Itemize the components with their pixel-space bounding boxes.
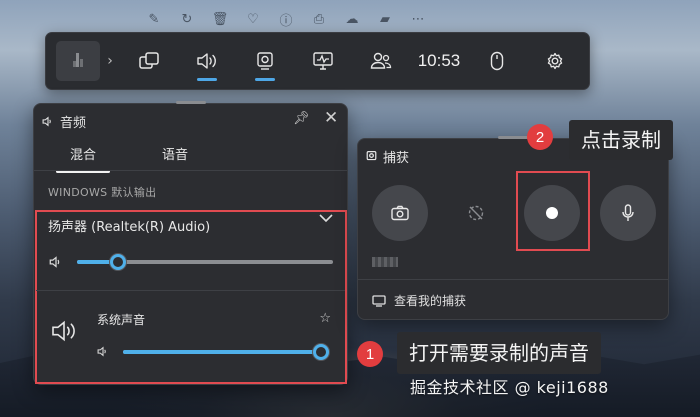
volume-icon [49, 256, 60, 268]
step-1-badge: 1 [357, 341, 383, 367]
capture-icon [257, 52, 273, 70]
step-2-callout: 点击录制 [569, 120, 673, 160]
output-device-name[interactable]: 扬声器 (Realtek(R) Audio) [48, 216, 210, 235]
app-volume-row [97, 343, 329, 360]
device-volume-thumb[interactable] [109, 254, 126, 270]
volume-icon [97, 346, 106, 357]
favorite-icon[interactable]: ♡ [244, 10, 262, 28]
game-bar-logo-icon [73, 53, 83, 67]
app-name-system-sounds: 系统声音 [97, 313, 146, 327]
tab-divider [34, 170, 347, 171]
section-divider [36, 290, 345, 291]
onedrive-icon[interactable]: ☁ [343, 10, 361, 28]
performance-monitor-icon [313, 52, 333, 70]
gallery-icon [372, 294, 386, 307]
edit-image-icon[interactable]: ✎ [145, 10, 163, 28]
system-sounds-icon [50, 320, 78, 342]
clock: 10:53 [417, 51, 461, 70]
microphone-icon [622, 204, 634, 221]
close-icon[interactable]: ✕ [324, 108, 338, 128]
social-widget-button[interactable] [352, 39, 410, 83]
info-icon[interactable]: ⓘ [277, 10, 295, 29]
clipchamp-icon[interactable]: ▰ [376, 10, 394, 28]
default-output-label: WINDOWS 默认输出 [48, 186, 157, 199]
speaker-icon [42, 116, 51, 127]
screenshot-button[interactable] [372, 185, 428, 241]
photo-viewer-toolbar: ✎ ↻ 🗑 ♡ ⓘ ⎙ ☁ ▰ ⋯ [145, 10, 427, 29]
capture-icon [366, 151, 377, 161]
performance-widget-button[interactable] [294, 39, 352, 83]
capture-widget-button[interactable] [236, 39, 294, 83]
people-icon [370, 52, 392, 69]
audio-tabs: 混合 语音 [56, 144, 202, 173]
gear-icon [547, 52, 563, 70]
device-volume-row [49, 254, 333, 270]
settings-button[interactable] [526, 39, 584, 83]
widget-menu-icon [139, 52, 159, 69]
gallery-link[interactable]: 查看我的捕获 [372, 292, 466, 309]
print-icon[interactable]: ⎙ [310, 10, 328, 28]
watermark: 掘金技术社区 @ keji1688 [410, 378, 609, 397]
tab-mix[interactable]: 混合 [56, 144, 111, 173]
home-button[interactable] [56, 41, 100, 81]
record-last-disabled-icon [468, 205, 484, 221]
chevron-down-icon[interactable] [319, 214, 333, 223]
device-volume-slider[interactable] [77, 254, 333, 270]
capture-divider [358, 279, 668, 280]
gallery-link-text[interactable]: 查看我的捕获 [394, 292, 466, 309]
audio-title-text: 音频 [60, 116, 87, 131]
drag-handle[interactable] [175, 101, 206, 104]
capture-widget: 捕获 📌︎ ✕ 查看我的捕获 [357, 136, 669, 320]
app-volume-thumb[interactable] [313, 343, 329, 360]
redacted-status [372, 257, 398, 267]
game-bar: › 10:53 [45, 32, 590, 90]
controller-bar-button[interactable] [468, 39, 526, 83]
audio-widget: 音频 📌︎ ✕ 混合 语音 WINDOWS 默认输出 扬声器 (Realtek(… [33, 101, 348, 385]
drag-handle[interactable] [498, 136, 528, 139]
rotate-icon[interactable]: ↻ [178, 10, 196, 28]
highlight-box-audio [35, 210, 347, 384]
capture-title-text: 捕获 [383, 151, 410, 166]
step-2-badge: 2 [527, 124, 553, 150]
step-1-callout: 打开需要录制的声音 [397, 332, 601, 374]
more-icon[interactable]: ⋯ [409, 10, 427, 28]
expand-chevron-icon[interactable]: › [100, 53, 120, 69]
audio-widget-title: 音频 [42, 112, 86, 131]
delete-icon[interactable]: 🗑 [211, 10, 229, 28]
speaker-icon [197, 53, 216, 69]
record-last-30s-button[interactable] [448, 185, 504, 241]
app-volume-slider[interactable] [123, 343, 329, 360]
favorite-star-icon[interactable]: ☆ [319, 311, 331, 326]
capture-widget-title: 捕获 [366, 147, 409, 166]
mouse-icon [490, 51, 504, 71]
pin-icon[interactable]: 📌︎ [293, 111, 310, 126]
tab-voice[interactable]: 语音 [148, 144, 202, 173]
camera-icon [391, 205, 409, 221]
audio-widget-button[interactable] [178, 39, 236, 83]
widget-menu-button[interactable] [120, 39, 178, 83]
microphone-button[interactable] [600, 185, 656, 241]
highlight-box-record [516, 171, 590, 251]
